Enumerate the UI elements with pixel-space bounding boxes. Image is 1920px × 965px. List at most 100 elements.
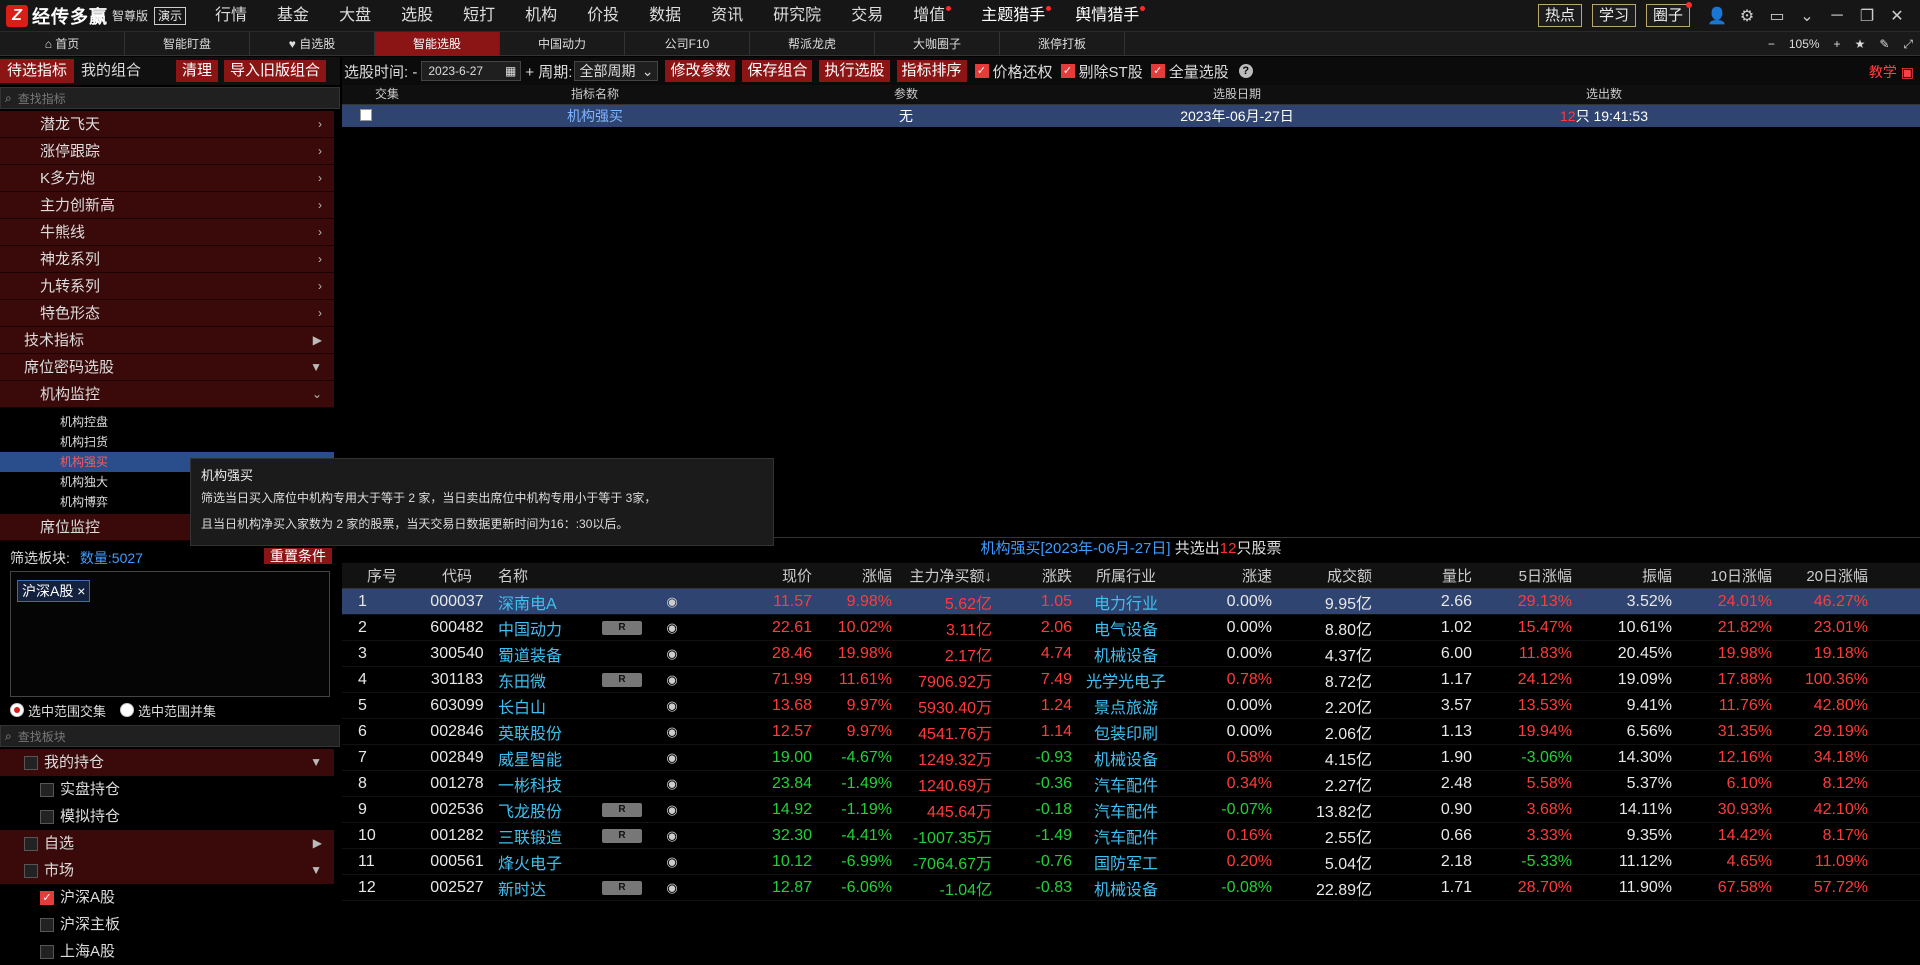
r-badge[interactable]: R [602, 672, 642, 687]
r-badge[interactable]: R [602, 620, 642, 635]
tab-smart-pick[interactable]: 智能选股 [375, 32, 500, 56]
grid-col-1[interactable]: 代码 [422, 565, 492, 586]
checkbox[interactable] [40, 783, 54, 798]
checkbox[interactable] [24, 864, 38, 879]
checkbox[interactable] [24, 756, 38, 771]
table-row[interactable]: 2 600482 中国动力 R ◉ 22.61 10.02% 3.11亿 2.06 电气设备 0.0… [342, 615, 1920, 641]
r-badge[interactable]: R [602, 828, 642, 843]
pick-date-input[interactable]: 2023-6-27 ▦ [421, 61, 522, 81]
close-icon[interactable]: ✕ [1882, 6, 1912, 26]
radio-union[interactable] [120, 703, 135, 717]
cb-full-pick[interactable]: ✓ 全量选股 [1150, 61, 1229, 82]
tree-node-seat-code[interactable]: 席位密码选股 ▼ [0, 354, 334, 381]
board-tag-hs-a[interactable]: 沪深A股 × [17, 580, 91, 602]
tree-node-3[interactable]: 主力创新高 › [0, 192, 334, 219]
tab-my-combos[interactable]: 我的组合 [74, 59, 148, 83]
eye-icon[interactable]: ◉ [652, 750, 692, 766]
table-row[interactable]: 1 000037 深南电A ◉ 11.57 9.98% 5.62亿 1.05 电力行业 0.00%… [342, 589, 1920, 615]
chevron-down-icon[interactable]: ⌄ [1792, 6, 1822, 26]
grid-col-7[interactable]: 主力净买额↓ [896, 565, 996, 586]
radio-intersection[interactable] [10, 703, 24, 717]
eye-icon[interactable]: ◉ [652, 828, 692, 844]
eye-icon[interactable]: ◉ [652, 594, 692, 610]
tab-f10[interactable]: 公司F10 [625, 32, 750, 56]
board-hs-main[interactable]: 沪深主板 [0, 911, 334, 938]
table-row[interactable]: 7 002849 威星智能 ◉ 19.00 -4.67% 1249.32万 -0.93 机械设备… [342, 745, 1920, 771]
help-icon[interactable]: ? [1238, 64, 1253, 78]
indicator-search[interactable]: ⌕ 查找指标 [0, 87, 340, 109]
star-icon[interactable]: ★ [1855, 37, 1866, 51]
checkbox[interactable] [24, 837, 38, 852]
grid-col-11[interactable]: 成交额 [1276, 565, 1376, 586]
board-self-selected[interactable]: 自选 ▶ [0, 830, 334, 857]
grid-col-6[interactable]: 涨幅 [816, 565, 896, 586]
tab-china-power[interactable]: 中国动力 [500, 32, 625, 56]
edit-icon[interactable]: ✎ [1879, 37, 1889, 51]
expand-icon[interactable]: ⤢ [1903, 37, 1913, 52]
menu-item-9[interactable]: 研究院 [758, 0, 836, 32]
table-row[interactable]: 9 002536 飞龙股份 R ◉ 14.92 -1.19% 445.64万 -0.18 汽车配件… [342, 797, 1920, 823]
layout-icon[interactable]: ▭ [1762, 6, 1792, 26]
eye-icon[interactable]: ◉ [652, 802, 692, 818]
menu-item-13[interactable]: 舆情猎手 [1060, 0, 1154, 32]
menu-item-0[interactable]: 行情 [200, 0, 262, 32]
eye-icon[interactable]: ◉ [652, 724, 692, 740]
checkbox-checked[interactable]: ✓ [974, 64, 989, 78]
grid-col-15[interactable]: 10日涨幅 [1676, 565, 1776, 586]
menu-item-2[interactable]: 大盘 [324, 0, 386, 32]
gear-icon[interactable]: ⚙ [1732, 6, 1762, 26]
clear-button[interactable]: 清理 [176, 60, 219, 82]
period-select[interactable]: 全部周期 ⌄ [574, 61, 659, 81]
tab-smart-watch[interactable]: 智能盯盘 [125, 32, 250, 56]
checkbox[interactable] [40, 810, 54, 825]
top-button-1[interactable]: 学习 [1592, 4, 1637, 27]
user-icon[interactable]: 👤 [1702, 6, 1732, 26]
checkbox[interactable] [40, 918, 54, 933]
table-row[interactable]: 3 300540 蜀道装备 ◉ 28.46 19.98% 2.17亿 4.74 机械设备 0.00… [342, 641, 1920, 667]
menu-item-11[interactable]: 增值 [898, 0, 960, 32]
menu-item-10[interactable]: 交易 [836, 0, 898, 32]
board-market[interactable]: 市场 ▼ [0, 857, 334, 884]
board-sh-a[interactable]: 上海A股 [0, 938, 334, 965]
tab-home[interactable]: ⌂ 首页 [0, 32, 125, 56]
grid-col-0[interactable]: 序号 [342, 565, 422, 586]
table-row[interactable]: 4 301183 东田微 R ◉ 71.99 11.61% 7906.92万 7.49 光学光电子… [342, 667, 1920, 693]
tab-expert-circle[interactable]: 大咖圈子 [875, 32, 1000, 56]
table-row[interactable]: 10 001282 三联锻造 R ◉ 32.30 -4.41% -1007.35万 -1.49 汽… [342, 823, 1920, 849]
tutorial-link[interactable]: 教学 ▣ [1869, 62, 1914, 82]
tab-watchlist[interactable]: ♥ 自选股 [250, 32, 375, 56]
tree-node-inst-monitor[interactable]: 机构监控 ⌄ [0, 381, 334, 408]
menu-item-5[interactable]: 机构 [510, 0, 572, 32]
row-checkbox[interactable] [342, 108, 432, 124]
grid-col-14[interactable]: 振幅 [1576, 565, 1676, 586]
board-search[interactable]: ⌕ 查找板块 [0, 725, 340, 747]
menu-item-8[interactable]: 资讯 [696, 0, 758, 32]
app-logo[interactable]: Z 经传多赢 智尊版 演示 [6, 0, 187, 32]
table-row[interactable]: 11 000561 烽火电子 ◉ 10.12 -6.99% -7064.67万 -0.76 国防… [342, 849, 1920, 875]
grid-col-12[interactable]: 量比 [1376, 565, 1476, 586]
eye-icon[interactable]: ◉ [652, 620, 692, 636]
top-button-2[interactable]: 圈子 [1646, 2, 1693, 27]
menu-item-7[interactable]: 数据 [634, 0, 696, 32]
eye-icon[interactable]: ◉ [652, 776, 692, 792]
menu-item-3[interactable]: 选股 [386, 0, 448, 32]
tree-node-7[interactable]: 特色形态 › [0, 300, 334, 327]
table-row[interactable]: 8 001278 一彬科技 ◉ 23.84 -1.49% 1240.69万 -0.36 汽车配件… [342, 771, 1920, 797]
board-sim-holdings[interactable]: 模拟持仓 [0, 803, 334, 830]
menu-item-12[interactable]: 主题猎手 [966, 0, 1060, 32]
tab-dragon-tiger[interactable]: 帮派龙虎 [750, 32, 875, 56]
grid-col-16[interactable]: 20日涨幅 [1776, 565, 1872, 586]
tree-node-tech-indicators[interactable]: 技术指标 ▶ [0, 327, 334, 354]
leaf-inst-control[interactable]: 机构控盘 [0, 412, 334, 432]
zoom-out-button[interactable]: − [1768, 37, 1775, 51]
restore-icon[interactable]: ❐ [1852, 6, 1882, 26]
table-row[interactable]: 6 002846 英联股份 ◉ 12.57 9.97% 4541.76万 1.14 包装印刷 0.… [342, 719, 1920, 745]
modify-params-button[interactable]: 修改参数 [665, 60, 736, 82]
checkbox[interactable] [40, 945, 54, 960]
sort-indicators-button[interactable]: 指标排序 [896, 60, 967, 82]
tree-node-0[interactable]: 潜龙飞天 › [0, 111, 334, 138]
eye-icon[interactable]: ◉ [652, 880, 692, 896]
tab-pending-indicators[interactable]: 待选指标 [0, 59, 75, 83]
grid-col-13[interactable]: 5日涨幅 [1476, 565, 1576, 586]
grid-col-8[interactable]: 涨跌 [996, 565, 1076, 586]
